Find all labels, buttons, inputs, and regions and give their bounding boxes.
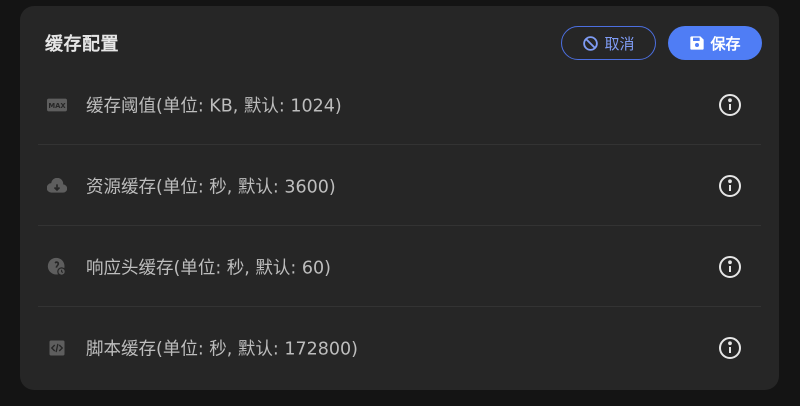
list-item-cache-threshold: MAX 缓存阈值(单位: KB, 默认: 1024) [20,64,779,145]
save-button-label: 保存 [710,34,741,53]
info-icon[interactable] [718,336,742,360]
max-badge-icon: MAX [47,95,67,115]
row-label: 缓存阈值(单位: KB, 默认: 1024) [86,96,342,116]
cancel-button-label: 取消 [604,34,635,53]
row-label: 资源缓存(单位: 秒, 默认: 3600) [86,177,336,197]
cancel-button[interactable]: 取消 [561,26,656,60]
header-cache-icon [47,257,67,277]
info-icon[interactable] [718,255,742,279]
save-button[interactable]: 保存 [668,26,762,60]
ban-icon [582,35,599,52]
svg-text:MAX: MAX [48,102,66,110]
page-title: 缓存配置 [45,34,119,55]
list-item-header-cache: 响应头缓存(单位: 秒, 默认: 60) [20,226,779,307]
list-item-script-cache: 脚本缓存(单位: 秒, 默认: 172800) [20,307,779,388]
list-item-resource-cache: 资源缓存(单位: 秒, 默认: 3600) [20,145,779,226]
row-label: 响应头缓存(单位: 秒, 默认: 60) [86,258,331,278]
info-icon[interactable] [718,174,742,198]
info-icon[interactable] [718,93,742,117]
cache-config-panel: 缓存配置 取消 保存 MAX 缓存阈值(单位: KB, 默认: 1024) 资源… [20,6,779,390]
row-label: 脚本缓存(单位: 秒, 默认: 172800) [86,339,359,359]
floppy-disk-icon [689,35,705,51]
cloud-download-icon [47,176,67,196]
code-file-icon [47,338,67,358]
